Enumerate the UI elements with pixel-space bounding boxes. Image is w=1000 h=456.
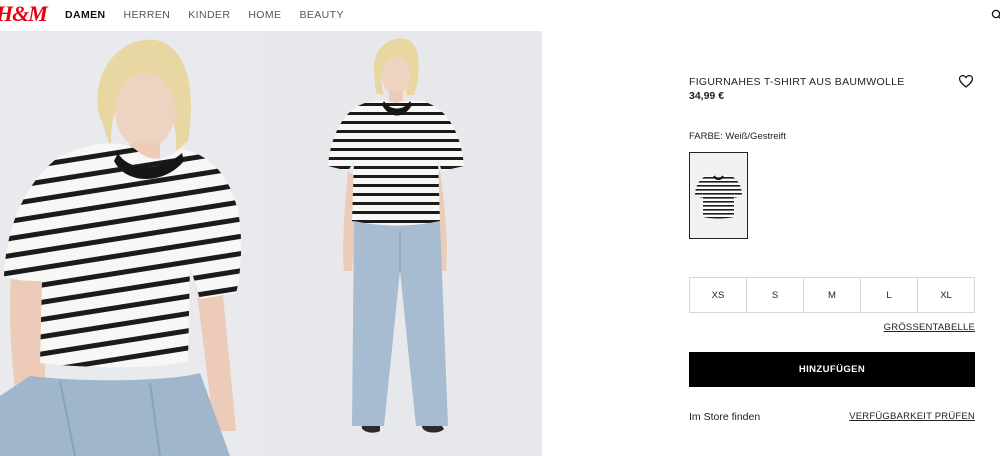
find-in-store-label: Im Store finden [689, 411, 761, 423]
nav-item-kinder[interactable]: KINDER [188, 9, 230, 21]
product-price: 34,99 € [689, 90, 725, 102]
nav-item-beauty[interactable]: BEAUTY [299, 9, 343, 21]
size-guide-link[interactable]: GRÖSSENTABELLE [884, 322, 975, 333]
product-image-1[interactable] [0, 31, 262, 456]
hm-logo[interactable]: H&M [0, 1, 48, 27]
product-title: FIGURNAHES T-SHIRT AUS BAUMWOLLE [689, 76, 905, 88]
size-s-button[interactable]: S [747, 278, 804, 312]
size-selector: XS S M L XL [689, 277, 975, 313]
nav-item-damen[interactable]: DAMEN [65, 9, 106, 21]
size-xs-button[interactable]: XS [690, 278, 747, 312]
model-fullbody-image [262, 31, 542, 456]
top-bar: H&M DAMEN HERREN KINDER HOME BEAUTY [0, 0, 1000, 30]
main-nav: DAMEN HERREN KINDER HOME BEAUTY [65, 9, 362, 21]
product-image-2[interactable] [262, 31, 542, 456]
color-label: FARBE: Weiß/Gestreift [689, 131, 786, 142]
add-to-cart-button[interactable]: HINZUFÜGEN [689, 352, 975, 387]
tshirt-thumbnail-icon [690, 153, 747, 238]
search-icon[interactable] [991, 9, 1000, 21]
size-m-button[interactable]: M [804, 278, 861, 312]
size-l-button[interactable]: L [861, 278, 918, 312]
size-xl-button[interactable]: XL [918, 278, 974, 312]
check-availability-link[interactable]: VERFÜGBARKEIT PRÜFEN [849, 411, 975, 422]
nav-item-home[interactable]: HOME [248, 9, 281, 21]
color-swatch-white-striped[interactable] [689, 152, 748, 239]
heart-icon[interactable] [959, 75, 973, 88]
nav-item-herren[interactable]: HERREN [124, 9, 171, 21]
model-closeup-image [0, 31, 262, 456]
